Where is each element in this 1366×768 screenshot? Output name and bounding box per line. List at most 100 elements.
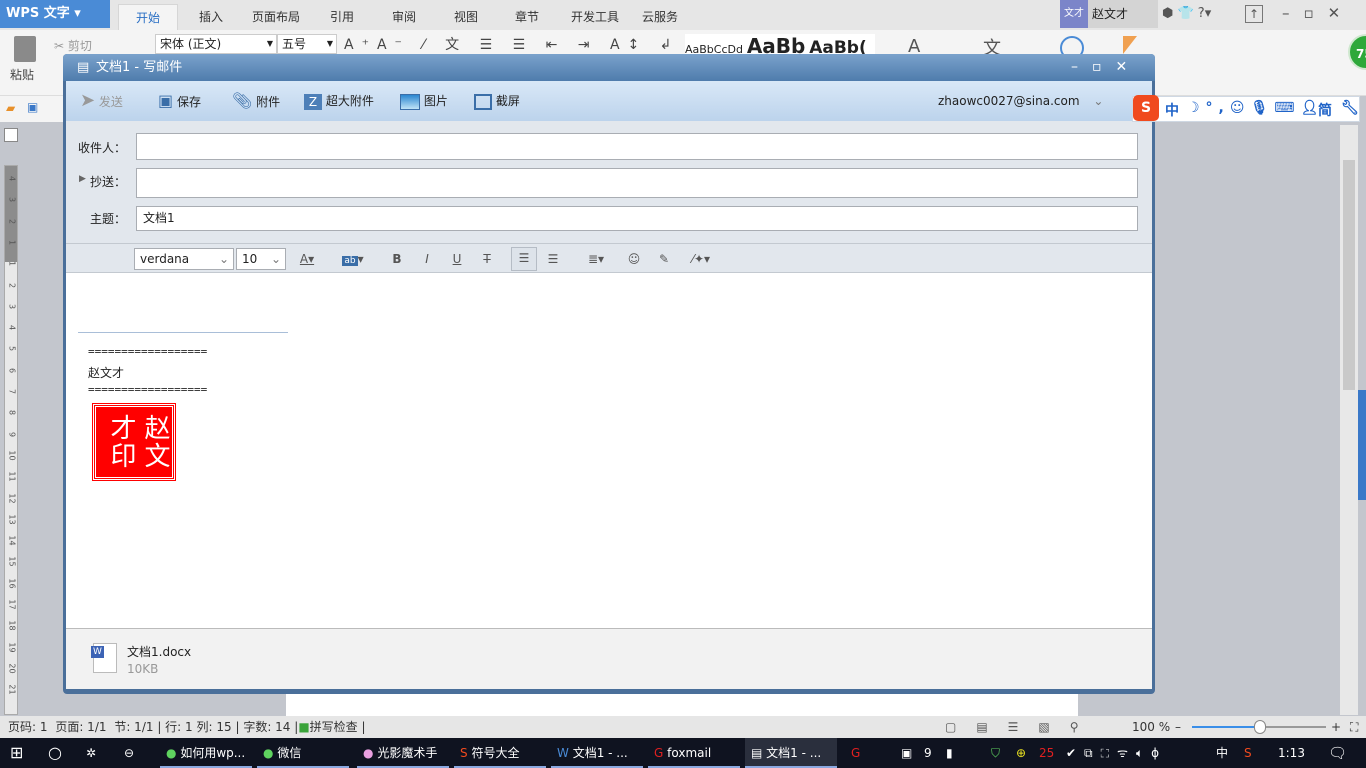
vertical-scrollbar[interactable] — [1340, 125, 1358, 715]
status-row: 行: 1 — [165, 720, 193, 734]
taskbar-item-symbols[interactable]: S 符号大全 — [454, 738, 546, 768]
tray-icons[interactable]: ✔⧉⛶ᯤ🔈︎ɸ — [1060, 738, 1167, 768]
size-select[interactable]: 五号 ▼ — [277, 34, 337, 54]
send-button[interactable]: ➤ 发送 — [80, 81, 123, 121]
subject-input[interactable]: 文档1 — [136, 206, 1138, 231]
speed-badge[interactable]: 75 — [1348, 34, 1366, 70]
tab-reference[interactable]: 引用 — [320, 4, 364, 30]
font-select[interactable]: 宋体 (正文) ▼ — [155, 34, 277, 54]
screenshot-button[interactable]: 截屏 — [474, 81, 520, 121]
notification-icon[interactable]: 🗨︎ — [1322, 738, 1347, 768]
sogou-logo-icon[interactable]: S — [1133, 95, 1159, 121]
fullscreen-icon[interactable]: ⛶ — [1350, 716, 1358, 738]
taskbar-item-wechat[interactable]: ● 微信 — [257, 738, 349, 768]
search-icon[interactable]: ○ — [42, 738, 62, 768]
taskbar-item-compose[interactable]: ▤ 文档1 - ... — [745, 738, 837, 768]
font-size-select[interactable]: 10 ⌄ — [236, 248, 286, 270]
taskbar-item-foxmail[interactable]: G foxmail — [648, 738, 740, 768]
paste-icon[interactable] — [14, 36, 36, 62]
document-page[interactable] — [286, 692, 1078, 716]
font-color-button[interactable]: A▾ — [296, 249, 318, 269]
side-panel-toggle[interactable] — [1358, 390, 1366, 500]
ime-simplified[interactable]: 简 — [1318, 100, 1332, 120]
taskbar-item-wps[interactable]: W 文档1 - ... — [551, 738, 643, 768]
taskbar-item-browser[interactable]: ● 如何用wp... — [160, 738, 252, 768]
tab-cloud[interactable]: 云服务 — [638, 4, 682, 30]
emoji-button[interactable]: ☺ — [623, 249, 645, 269]
underline-button[interactable]: U — [446, 249, 468, 269]
tab-view[interactable]: 视图 — [444, 4, 488, 30]
format-painter-button[interactable]: ✎ — [653, 249, 675, 269]
bold-button[interactable]: B — [386, 249, 408, 269]
magic-wand-button[interactable]: ⁄✦▾ — [686, 249, 716, 269]
to-input[interactable] — [136, 133, 1138, 160]
user-badge[interactable]: 文才 — [1060, 0, 1088, 28]
align-button[interactable]: ≣▾ — [581, 249, 611, 269]
ruler-number: 1 — [7, 261, 17, 267]
ruler-number: 4 — [7, 325, 17, 331]
big-attach-button[interactable]: Z 超大附件 — [304, 81, 374, 121]
view-mode-buttons[interactable]: ▢▤☰▧⚲ — [945, 716, 1099, 738]
strikethrough-button[interactable]: T — [476, 249, 498, 269]
account-select[interactable]: zhaowc0027@sina.com ⌄ — [938, 81, 1103, 121]
skin-icon[interactable]: ⬢ 👕 ?▾ — [1162, 6, 1211, 21]
ruler-number: 17 — [7, 599, 17, 610]
window-controls[interactable]: –▫✕ — [1282, 4, 1354, 22]
paperclip-icon: 📎︎ — [232, 91, 253, 110]
image-button[interactable]: 图片 — [400, 81, 448, 121]
ruler-number: 11 — [7, 471, 17, 482]
tray-plus-icon[interactable]: ⊕ — [1010, 738, 1026, 768]
tray-icon-device[interactable]: ▮ — [940, 738, 953, 768]
tab-layout[interactable]: 页面布局 — [245, 4, 307, 30]
browser-icon[interactable]: ⊖ — [118, 738, 134, 768]
start-button[interactable]: ⊞ — [4, 738, 23, 768]
clock[interactable]: 1:13 — [1272, 738, 1305, 768]
ime-tools-icons[interactable]: ☽°,☺🎙︎⌨︎👤︎ — [1187, 100, 1324, 116]
paste-button[interactable]: 粘贴 — [10, 66, 34, 83]
font-family-select[interactable]: verdana ⌄ — [134, 248, 234, 270]
sogou-tray-icon[interactable]: S — [1238, 738, 1252, 768]
upload-icon[interactable]: ↑ — [1245, 5, 1263, 23]
wps-menu-button[interactable]: WPS 文字 ▾ — [0, 0, 110, 28]
tab-home[interactable]: 开始 — [118, 4, 178, 30]
dialog-window-controls[interactable]: –▫✕ — [1071, 54, 1141, 81]
foxmail-tray-icon[interactable]: G — [845, 738, 860, 768]
select-icon[interactable] — [1123, 36, 1137, 54]
zoom-in-button[interactable]: + — [1331, 716, 1341, 738]
mail-body-editor[interactable]: ================== 赵文才 =================… — [66, 273, 1152, 628]
word-file-icon[interactable]: W — [91, 643, 117, 673]
save-icon[interactable]: ▣ — [27, 100, 38, 114]
spell-check-button[interactable]: 拼写检查 — [310, 720, 358, 734]
open-icon[interactable]: ▰ — [6, 101, 15, 115]
ruler-number: 3 — [7, 197, 17, 203]
tray-number-1[interactable]: 9 — [918, 738, 932, 768]
tab-review[interactable]: 审阅 — [382, 4, 426, 30]
taskbar-item-photo[interactable]: ● 光影魔术手 — [357, 738, 449, 768]
tray-icon-lock[interactable]: ▣ — [895, 738, 912, 768]
format-icons[interactable]: A⁺A⁻ ⁄ 文 ☰ ☰ ⇤ ⇥ A↕ ↲ ▦ — [344, 34, 713, 54]
highlight-button[interactable]: ab ▾ — [338, 249, 368, 269]
cc-input[interactable] — [136, 168, 1138, 198]
attachment-name[interactable]: 文档1.docx — [127, 643, 191, 660]
tab-chapter[interactable]: 章节 — [505, 4, 549, 30]
user-name[interactable]: 赵文才 — [1088, 0, 1158, 28]
ruler-toggle[interactable] — [4, 128, 18, 142]
ruler-number: 3 — [7, 303, 17, 309]
tray-number-2[interactable]: 25 — [1033, 738, 1054, 768]
security-shield-icon[interactable]: ⛉ — [985, 738, 1000, 768]
tray-language[interactable]: 中 — [1210, 738, 1228, 768]
wrench-icon[interactable]: 🔧︎ — [1341, 100, 1359, 116]
zoom-slider[interactable] — [1192, 720, 1326, 734]
attach-button[interactable]: 📎︎ 附件 — [232, 81, 280, 121]
tab-insert[interactable]: 插入 — [188, 4, 234, 30]
italic-button[interactable]: I — [416, 249, 438, 269]
bullet-list-button[interactable]: ☰ — [511, 247, 537, 271]
cut-button[interactable]: ✂ 剪切 — [54, 37, 92, 54]
ime-language[interactable]: 中 — [1165, 100, 1179, 120]
dialog-title-bar: ▤ 文档1 - 写邮件 –▫✕ — [63, 54, 1155, 81]
zoom-out-button[interactable]: – — [1175, 716, 1181, 738]
numbered-list-button[interactable]: ☰ — [542, 249, 564, 269]
save-button[interactable]: ▣ 保存 — [158, 81, 201, 121]
app-icon[interactable]: ✲ — [80, 738, 96, 768]
tab-developer[interactable]: 开发工具 — [565, 4, 625, 30]
